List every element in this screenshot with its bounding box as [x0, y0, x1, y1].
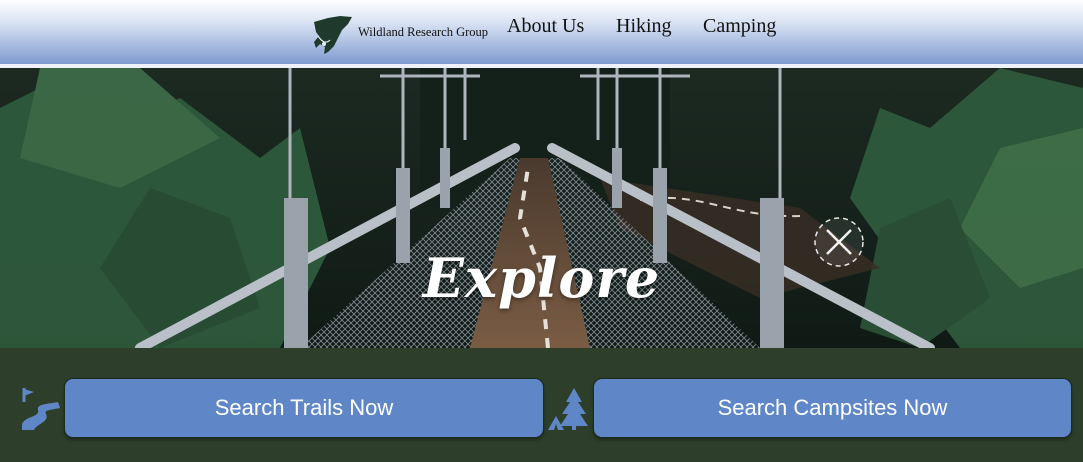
- eagle-logo-icon: [314, 16, 352, 54]
- search-campsites-button[interactable]: Search Campsites Now: [593, 378, 1072, 438]
- action-bar: Search Trails Now Search Campsites Now: [0, 348, 1083, 462]
- search-trails-button[interactable]: Search Trails Now: [64, 378, 544, 438]
- hero-banner: Explore: [0, 68, 1083, 348]
- hero-title: Explore: [422, 246, 661, 310]
- tree-tent-icon: [548, 388, 588, 430]
- close-icon[interactable]: [813, 216, 865, 268]
- site-header: Wildland Research Group About Us Hiking …: [0, 0, 1083, 64]
- nav-hiking[interactable]: Hiking: [616, 15, 672, 38]
- winding-path-icon: [22, 388, 60, 430]
- page: Wildland Research Group About Us Hiking …: [0, 0, 1083, 462]
- nav-camping[interactable]: Camping: [703, 15, 776, 38]
- nav-about-us[interactable]: About Us: [507, 15, 584, 38]
- brand-name: Wildland Research Group: [358, 25, 489, 39]
